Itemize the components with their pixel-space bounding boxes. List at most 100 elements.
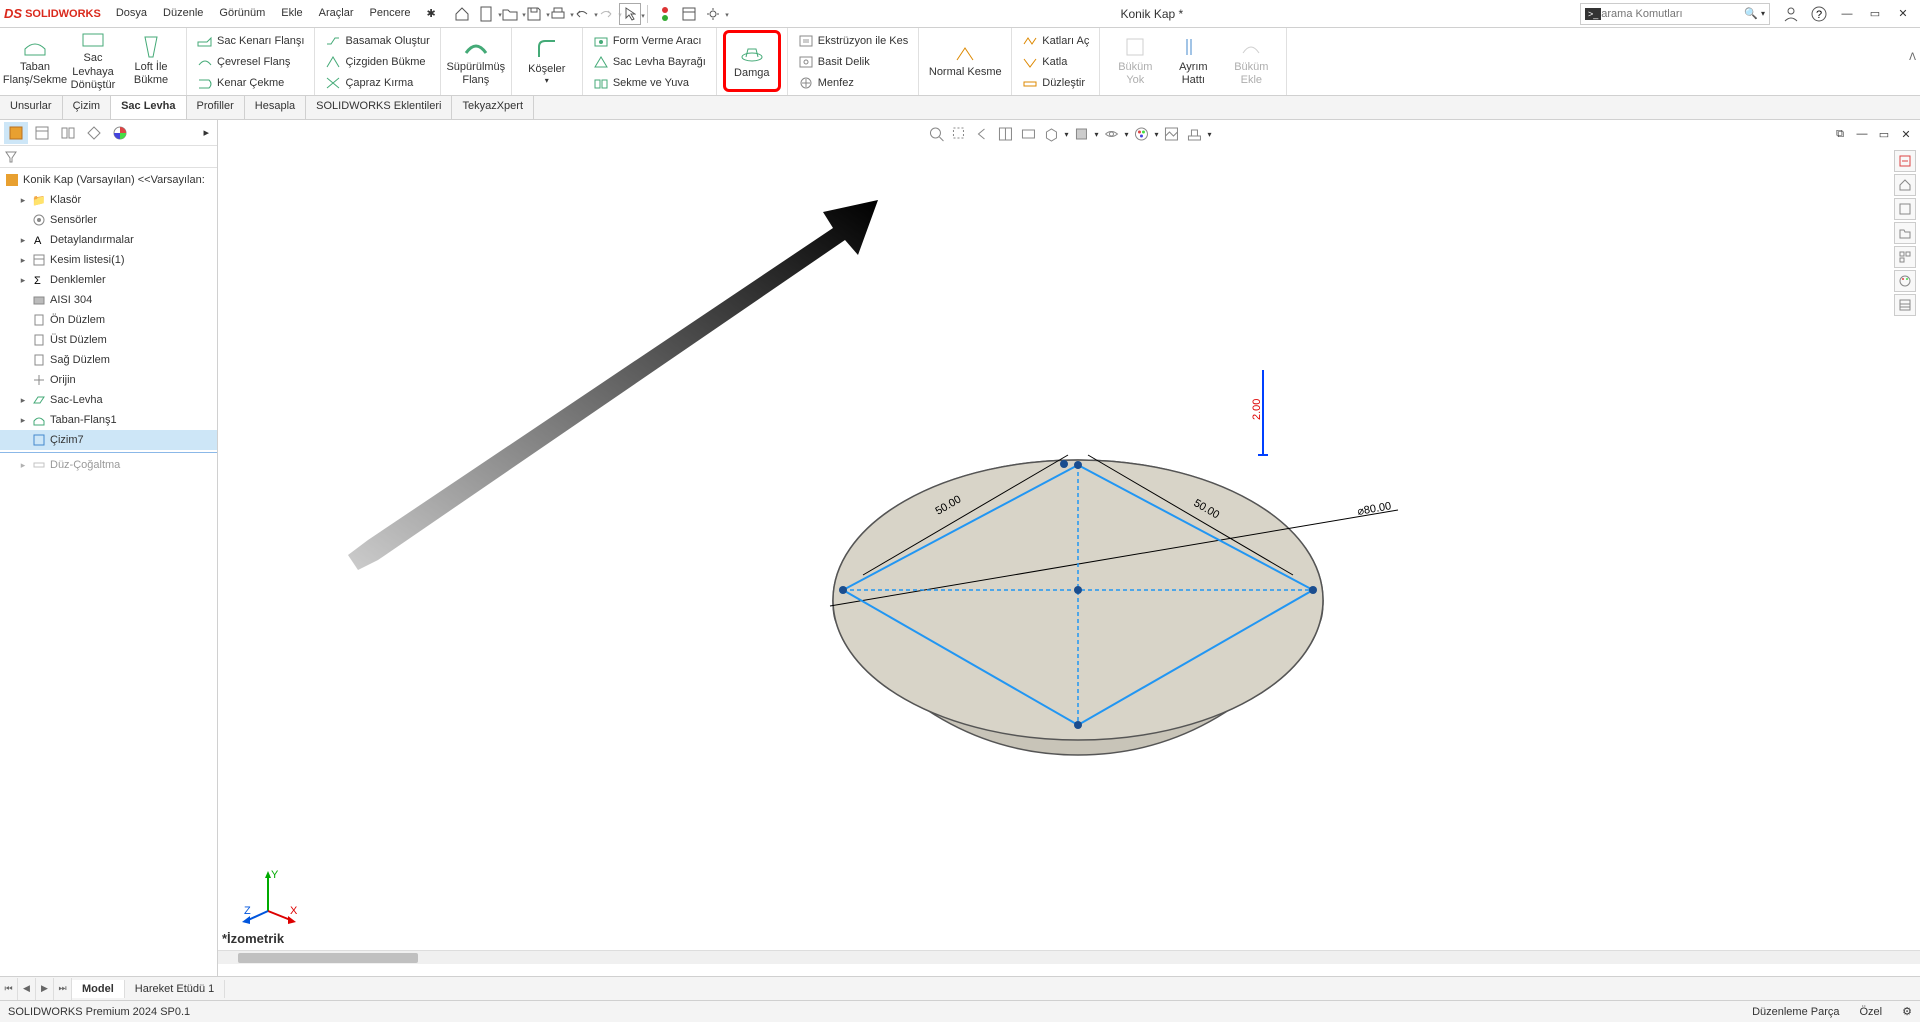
config-manager-tab-icon[interactable] bbox=[56, 122, 80, 144]
tree-item-equations[interactable]: ▸ΣDenklemler bbox=[0, 270, 217, 290]
apply-scene-icon[interactable] bbox=[1162, 124, 1182, 144]
menu-edit[interactable]: Düzenle bbox=[156, 4, 210, 23]
stamp-button[interactable]: Damga bbox=[723, 30, 781, 92]
tree-item-sketch[interactable]: Çizim7 bbox=[0, 430, 217, 450]
menu-view[interactable]: Görünüm bbox=[212, 4, 272, 23]
zoom-fit-icon[interactable] bbox=[926, 124, 946, 144]
display-manager-tab-icon[interactable] bbox=[108, 122, 132, 144]
flatten-button[interactable]: Düzleştir bbox=[1018, 73, 1093, 93]
tab-sketch[interactable]: Çizim bbox=[63, 96, 112, 119]
close-button[interactable]: ✕ bbox=[1890, 3, 1916, 25]
tab-nav-last-icon[interactable]: ⏭ bbox=[54, 978, 72, 1000]
tab-addins[interactable]: SOLIDWORKS Eklentileri bbox=[306, 96, 452, 119]
taskpane-file-explorer-icon[interactable] bbox=[1894, 222, 1916, 244]
taskpane-custom-props-icon[interactable] bbox=[1894, 294, 1916, 316]
tree-item-base-flange[interactable]: ▸Taban-Flanş1 bbox=[0, 410, 217, 430]
tree-item-sheetmetal[interactable]: ▸Sac-Levha bbox=[0, 390, 217, 410]
bottom-tab-motion[interactable]: Hareket Etüdü 1 bbox=[125, 980, 226, 998]
user-icon[interactable] bbox=[1778, 3, 1804, 25]
view-orientation-icon[interactable] bbox=[1041, 124, 1061, 144]
save-icon[interactable] bbox=[523, 3, 545, 25]
help-icon[interactable]: ? bbox=[1806, 3, 1832, 25]
sketched-bend-button[interactable]: Çizgiden Bükme bbox=[321, 52, 433, 72]
tree-item-top-plane[interactable]: Üst Düzlem bbox=[0, 330, 217, 350]
tab-nav-first-icon[interactable]: ⏮ bbox=[0, 978, 18, 1000]
display-style-icon[interactable] bbox=[1071, 124, 1091, 144]
vent-button[interactable]: Menfez bbox=[794, 73, 912, 93]
tab-nav-prev-icon[interactable]: ◀ bbox=[18, 978, 36, 1000]
property-manager-tab-icon[interactable] bbox=[30, 122, 54, 144]
search-icon[interactable]: 🔍 bbox=[1744, 7, 1758, 20]
tree-item-flat-pattern[interactable]: ▸Düz-Çoğaltma bbox=[0, 455, 217, 475]
feature-tree-tab-icon[interactable] bbox=[4, 122, 28, 144]
tree-item-origin[interactable]: Orijin bbox=[0, 370, 217, 390]
print-icon[interactable] bbox=[547, 3, 569, 25]
tree-item-right-plane[interactable]: Sağ Düzlem bbox=[0, 350, 217, 370]
edit-appearance-icon[interactable] bbox=[1132, 124, 1152, 144]
tab-sheetmetal[interactable]: Sac Levha bbox=[111, 96, 186, 119]
maximize-button[interactable]: ▭ bbox=[1862, 3, 1888, 25]
tab-features[interactable]: Unsurlar bbox=[0, 96, 63, 119]
normal-cut-button[interactable]: Normal Kesme bbox=[925, 30, 1005, 92]
bottom-tab-model[interactable]: Model bbox=[72, 980, 125, 998]
redo-icon[interactable] bbox=[595, 3, 617, 25]
menu-insert[interactable]: Ekle bbox=[274, 4, 309, 23]
taskpane-resources-icon[interactable] bbox=[1894, 150, 1916, 172]
view-triad[interactable]: Y X Z bbox=[238, 866, 298, 926]
select-icon[interactable] bbox=[619, 3, 641, 25]
zoom-area-icon[interactable] bbox=[949, 124, 969, 144]
extruded-cut-button[interactable]: Ekstrüzyon ile Kes bbox=[794, 31, 912, 51]
panel-collapse-icon[interactable]: ▸ bbox=[199, 126, 213, 139]
fold-button[interactable]: Katla bbox=[1018, 52, 1093, 72]
status-units[interactable]: Özel bbox=[1860, 1006, 1883, 1018]
doc-maximize-icon[interactable]: ▭ bbox=[1874, 124, 1894, 144]
corners-button[interactable]: Köşeler▾ bbox=[518, 30, 576, 92]
minimize-button[interactable]: — bbox=[1834, 3, 1860, 25]
menu-file[interactable]: Dosya bbox=[109, 4, 154, 23]
convert-sheet-button[interactable]: Sac Levhaya Dönüştür bbox=[64, 30, 122, 92]
new-doc-icon[interactable] bbox=[475, 3, 497, 25]
doc-new-window-icon[interactable]: ⧉ bbox=[1830, 124, 1850, 144]
doc-minimize-icon[interactable]: — bbox=[1852, 124, 1872, 144]
swept-flange-button[interactable]: Süpürülmüş Flanş bbox=[447, 30, 505, 92]
scrollbar-thumb[interactable] bbox=[238, 953, 418, 963]
traffic-light-icon[interactable] bbox=[654, 3, 676, 25]
lofted-bend-button[interactable]: Loft İle Bükme bbox=[122, 30, 180, 92]
tab-evaluate[interactable]: Hesapla bbox=[245, 96, 306, 119]
home-icon[interactable] bbox=[451, 3, 473, 25]
rip-button[interactable]: Ayrım Hattı bbox=[1164, 30, 1222, 92]
tree-item-material[interactable]: AISI 304 bbox=[0, 290, 217, 310]
search-input[interactable] bbox=[1601, 8, 1744, 20]
taskpane-view-palette-icon[interactable] bbox=[1894, 246, 1916, 268]
undo-icon[interactable] bbox=[571, 3, 593, 25]
open-doc-icon[interactable] bbox=[499, 3, 521, 25]
taskpane-design-lib-icon[interactable] bbox=[1894, 198, 1916, 220]
miter-flange-button[interactable]: Çevresel Flanş bbox=[193, 52, 308, 72]
menu-more[interactable]: ✱ bbox=[419, 4, 442, 23]
tree-item-sensors[interactable]: Sensörler bbox=[0, 210, 217, 230]
base-flange-button[interactable]: Taban Flanş/Sekme bbox=[6, 30, 64, 92]
simple-hole-button[interactable]: Basit Delik bbox=[794, 52, 912, 72]
model-view[interactable]: ⌀80.00 50.00 50.00 2.00 bbox=[638, 300, 1538, 900]
hide-show-icon[interactable] bbox=[1101, 124, 1121, 144]
section-view-icon[interactable] bbox=[995, 124, 1015, 144]
dynamic-annotation-icon[interactable] bbox=[1018, 124, 1038, 144]
cross-break-button[interactable]: Çapraz Kırma bbox=[321, 73, 433, 93]
tab-slot-button[interactable]: Sekme ve Yuva bbox=[589, 73, 710, 93]
settings-icon[interactable] bbox=[702, 3, 724, 25]
horizontal-scrollbar[interactable] bbox=[218, 950, 1920, 964]
tree-item-annotations[interactable]: ▸ADetaylandırmalar bbox=[0, 230, 217, 250]
status-gear-icon[interactable]: ⚙ bbox=[1902, 1005, 1912, 1018]
sheet-gusset-button[interactable]: Sac Levha Bayrağı bbox=[589, 52, 710, 72]
doc-close-icon[interactable]: ✕ bbox=[1896, 124, 1916, 144]
tree-item-front-plane[interactable]: Ön Düzlem bbox=[0, 310, 217, 330]
tree-root[interactable]: Konik Kap (Varsayılan) <<Varsayılan: bbox=[0, 170, 217, 190]
filter-icon[interactable] bbox=[4, 150, 18, 164]
tab-nav-next-icon[interactable]: ▶ bbox=[36, 978, 54, 1000]
forming-tool-button[interactable]: Form Verme Aracı bbox=[589, 31, 710, 51]
graphics-area[interactable]: ▾ ▾ ▾ ▾ ▾ ⧉ — ▭ ✕ bbox=[218, 120, 1920, 976]
tab-tekyaz[interactable]: TekyazXpert bbox=[452, 96, 534, 119]
view-settings-icon[interactable] bbox=[1185, 124, 1205, 144]
tree-item-cutlist[interactable]: ▸Kesim listesi(1) bbox=[0, 250, 217, 270]
menu-window[interactable]: Pencere bbox=[363, 4, 418, 23]
